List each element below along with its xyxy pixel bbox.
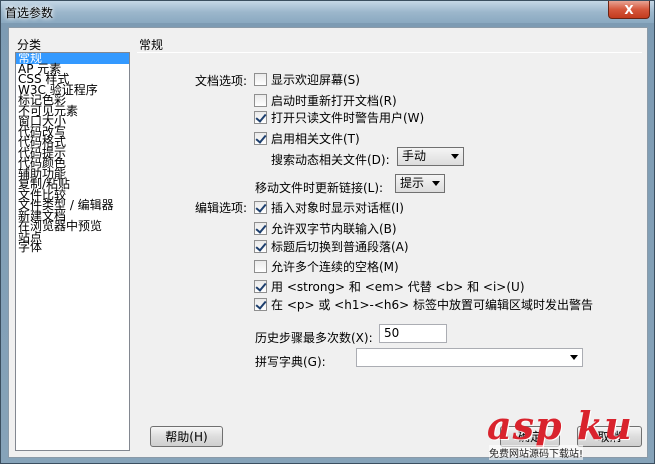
chevron-down-icon bbox=[451, 154, 459, 159]
chevron-down-icon bbox=[432, 181, 440, 186]
enable-related-files-option[interactable]: 启用相关文件(T) bbox=[254, 131, 360, 146]
editing-options-label: 编辑选项: bbox=[195, 201, 248, 215]
use-strong-em-label: 用 <strong> 和 <em> 代替 <b> 和 <i>(U) bbox=[271, 280, 525, 294]
warn-editable-region-checkbox[interactable] bbox=[254, 298, 267, 311]
multiple-spaces-label: 允许多个连续的空格(M) bbox=[271, 260, 399, 274]
watermark-logo: asp ku bbox=[487, 403, 633, 448]
double-byte-inline-option[interactable]: 允许双字节内联输入(B) bbox=[254, 221, 397, 236]
use-strong-em-checkbox[interactable] bbox=[254, 280, 267, 293]
warn-readonly-option[interactable]: 打开只读文件时警告用户(W) bbox=[254, 110, 424, 125]
warn-readonly-checkbox[interactable] bbox=[254, 111, 267, 124]
chevron-down-icon bbox=[570, 355, 578, 360]
multiple-spaces-option[interactable]: 允许多个连续的空格(M) bbox=[254, 259, 399, 274]
window-title: 首选参数 bbox=[5, 6, 54, 20]
switch-to-paragraph-option[interactable]: 标题后切换到普通段落(A) bbox=[254, 239, 409, 254]
search-related-files-label: 搜索动态相关文件(D): bbox=[271, 153, 390, 167]
show-welcome-screen-checkbox[interactable] bbox=[254, 73, 267, 86]
warn-editable-region-option[interactable]: 在 <p> 或 <h1>-<h6> 标签中放置可编辑区域时发出警告 bbox=[254, 297, 593, 312]
search-related-files-select[interactable]: 手动 bbox=[397, 147, 464, 166]
close-icon: X bbox=[624, 2, 634, 17]
title-bar[interactable]: 首选参数 X bbox=[1, 1, 654, 23]
multiple-spaces-checkbox[interactable] bbox=[254, 260, 267, 273]
watermark: asp ku 免费网站源码下载站! bbox=[481, 403, 651, 461]
panel-title: 常规 bbox=[139, 38, 164, 52]
show-welcome-screen-option[interactable]: 显示欢迎屏幕(S) bbox=[254, 72, 360, 87]
category-list[interactable]: 常规 AP 元素 CSS 样式 W3C 验证程序 标记色彩 不可见元素 窗口大小… bbox=[15, 52, 130, 451]
switch-to-paragraph-label: 标题后切换到普通段落(A) bbox=[271, 240, 409, 254]
dialog-body: 分类 常规 AP 元素 CSS 样式 W3C 验证程序 标记色彩 不可见元素 窗… bbox=[8, 27, 648, 458]
use-strong-em-option[interactable]: 用 <strong> 和 <em> 代替 <b> 和 <i>(U) bbox=[254, 279, 525, 294]
reopen-documents-label: 启动时重新打开文档(R) bbox=[271, 94, 397, 108]
preferences-dialog: 首选参数 X 分类 常规 AP 元素 CSS 样式 W3C 验证程序 标记色彩 … bbox=[0, 0, 655, 464]
warn-readonly-label: 打开只读文件时警告用户(W) bbox=[271, 111, 425, 125]
watermark-subtitle: 免费网站源码下载站! bbox=[489, 445, 584, 460]
category-header: 分类 bbox=[17, 38, 42, 52]
show-dialog-on-insert-option[interactable]: 插入对象时显示对话框(I) bbox=[254, 200, 404, 215]
panel-divider bbox=[137, 52, 642, 53]
update-links-label: 移动文件时更新链接(L): bbox=[255, 181, 384, 195]
history-steps-input[interactable]: 50 bbox=[379, 324, 447, 343]
switch-to-paragraph-checkbox[interactable] bbox=[254, 240, 267, 253]
double-byte-inline-label: 允许双字节内联输入(B) bbox=[271, 222, 397, 236]
update-links-value: 提示 bbox=[400, 176, 425, 190]
reopen-documents-checkbox[interactable] bbox=[254, 94, 267, 107]
spelling-dictionary-select[interactable] bbox=[356, 348, 583, 367]
history-steps-label: 历史步骤最多次数(X): bbox=[255, 331, 373, 345]
show-dialog-on-insert-label: 插入对象时显示对话框(I) bbox=[271, 201, 404, 215]
document-options-label: 文档选项: bbox=[195, 74, 248, 88]
show-welcome-screen-label: 显示欢迎屏幕(S) bbox=[271, 73, 360, 87]
close-button[interactable]: X bbox=[608, 1, 650, 19]
help-button[interactable]: 帮助(H) bbox=[150, 426, 223, 447]
enable-related-files-checkbox[interactable] bbox=[254, 132, 267, 145]
warn-editable-region-label: 在 <p> 或 <h1>-<h6> 标签中放置可编辑区域时发出警告 bbox=[271, 298, 594, 312]
search-related-files-value: 手动 bbox=[402, 149, 427, 163]
double-byte-inline-checkbox[interactable] bbox=[254, 222, 267, 235]
enable-related-files-label: 启用相关文件(T) bbox=[271, 132, 360, 146]
update-links-select[interactable]: 提示 bbox=[395, 174, 445, 193]
show-dialog-on-insert-checkbox[interactable] bbox=[254, 201, 267, 214]
spelling-dictionary-label: 拼写字典(G): bbox=[255, 355, 326, 369]
category-item-fonts[interactable]: 字体 bbox=[16, 241, 129, 252]
reopen-documents-option[interactable]: 启动时重新打开文档(R) bbox=[254, 93, 397, 108]
